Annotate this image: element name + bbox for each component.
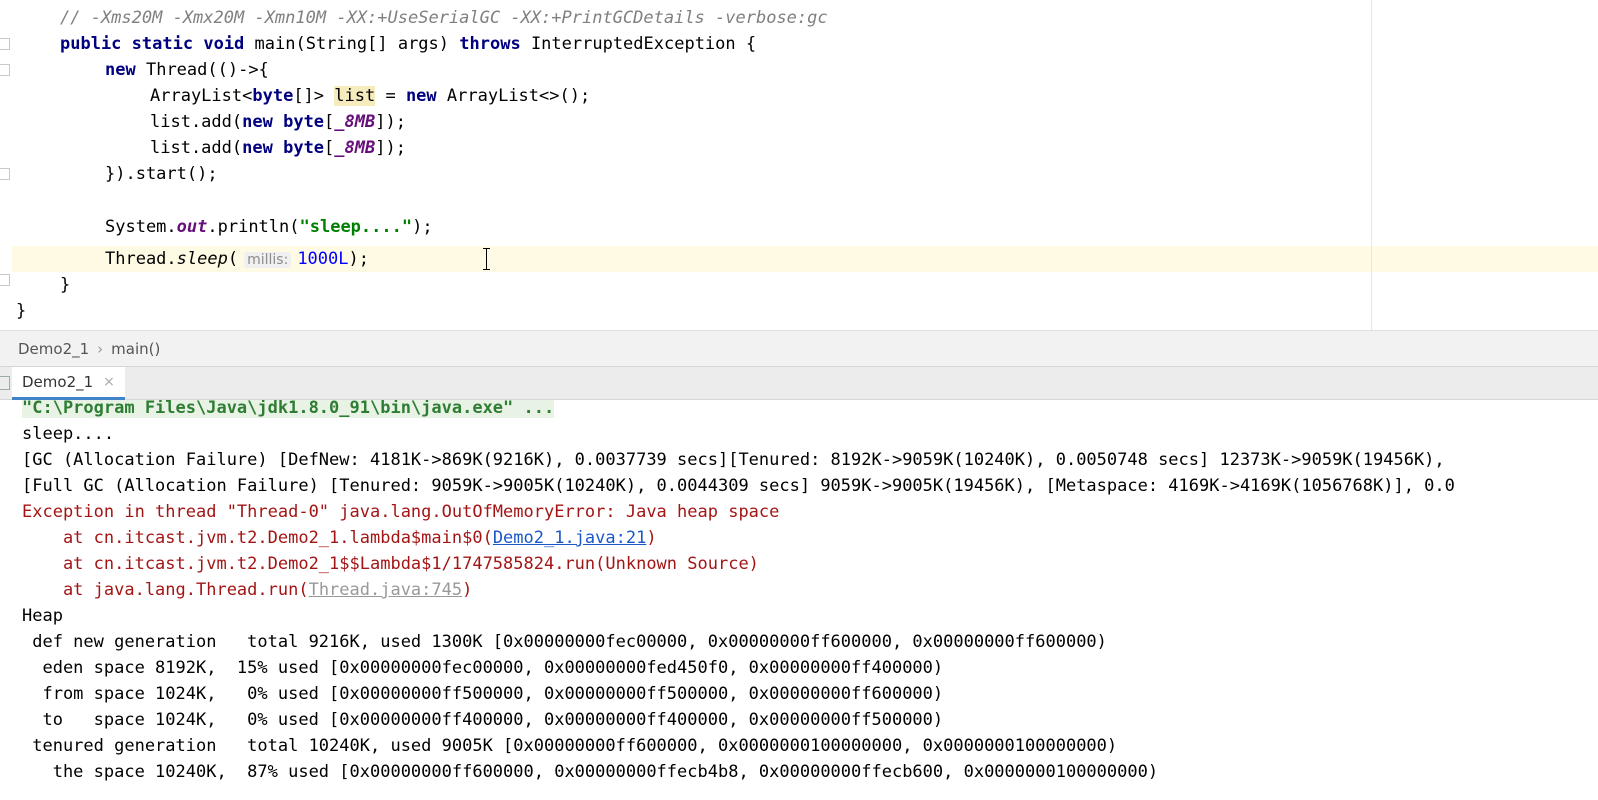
static-field: out [176, 217, 208, 237]
editor-gutter [0, 0, 12, 330]
right-margin-guide [1371, 0, 1372, 330]
fold-marker-icon[interactable] [0, 64, 10, 76]
console-line: sleep.... [22, 424, 115, 444]
code-line-new-thread: new Thread(()->{ [105, 57, 269, 83]
breadcrumb-item-method[interactable]: main() [111, 340, 160, 358]
code-text: list.add( [150, 112, 243, 132]
code-line-list-decl: ArrayList<byte[]> list = new ArrayList<>… [150, 83, 590, 109]
constant: _8MB [334, 138, 376, 158]
breadcrumb-item-class[interactable]: Demo2_1 [18, 340, 89, 358]
parameter-hint: millis: [244, 252, 292, 268]
keyword: new [242, 112, 273, 132]
code-editor[interactable]: // -Xms20M -Xmx20M -Xmn10M -XX:+UseSeria… [0, 0, 1598, 330]
console-line-stack-frame: at cn.itcast.jvm.t2.Demo2_1.lambda$main$… [22, 525, 657, 551]
tab-label: Demo2_1 [22, 373, 94, 391]
code-text: ( [227, 249, 239, 269]
code-line-main-signature: public static void main(String[] args) t… [60, 31, 756, 57]
code-text: [ [324, 112, 335, 132]
stack-frame-text: ) [646, 528, 657, 548]
breadcrumb-separator-icon: › [97, 339, 104, 358]
console-line-heap: Heap [22, 606, 63, 626]
text-cursor-icon [483, 248, 490, 270]
code-text: }).start(); [105, 164, 218, 184]
run-panel-icon [0, 376, 10, 390]
run-tool-tabbar: Demo2_1 × [0, 366, 1598, 400]
keyword: static [131, 34, 194, 54]
code-comment: // -Xms20M -Xmx20M -Xmn10M -XX:+UseSeria… [60, 8, 828, 28]
code-text: ArrayList<>(); [446, 86, 591, 106]
number-literal: 1000L [297, 249, 349, 269]
stack-frame-text: ) [462, 580, 473, 600]
console-line-stack-frame: at cn.itcast.jvm.t2.Demo2_1$$Lambda$1/17… [22, 554, 759, 574]
source-link[interactable]: Thread.java:745 [309, 580, 463, 600]
code-text: Thread. [105, 249, 177, 269]
console-line-gc: [GC (Allocation Failure) [DefNew: 4181K-… [22, 450, 1445, 470]
keyword: void [203, 34, 245, 54]
code-line-println: System.out.println("sleep...."); [105, 214, 433, 240]
fold-marker-icon[interactable] [0, 168, 10, 180]
console-line-heap-detail: from space 1024K, 0% used [0x00000000ff5… [22, 684, 944, 704]
code-text: } [60, 275, 71, 295]
stack-frame-text: at java.lang.Thread.run( [22, 580, 309, 600]
code-text: ]); [375, 138, 406, 158]
code-text: [ [324, 138, 335, 158]
breadcrumb: Demo2_1 › main() [0, 330, 1598, 366]
console-output[interactable]: "C:\Program Files\Java\jdk1.8.0_91\bin\j… [0, 400, 1598, 800]
code-text: } [16, 301, 27, 321]
code-line-close-brace: } [16, 298, 26, 324]
code-text: ]); [375, 112, 406, 132]
keyword: byte [252, 86, 294, 106]
code-text: list.add( [150, 138, 243, 158]
console-line-full-gc: [Full GC (Allocation Failure) [Tenured: … [22, 476, 1455, 496]
keyword: new [405, 86, 437, 106]
code-line-list-add: list.add(new byte[_8MB]); [150, 109, 406, 135]
code-text: []> [293, 86, 335, 106]
console-line-heap-detail: tenured generation total 10240K, used 90… [22, 736, 1118, 756]
console-line-stack-frame: at java.lang.Thread.run(Thread.java:745) [22, 577, 472, 603]
stack-frame-text: at cn.itcast.jvm.t2.Demo2_1.lambda$main$… [22, 528, 493, 548]
fold-marker-icon[interactable] [0, 274, 10, 286]
keyword: public [60, 34, 122, 54]
string-literal: "sleep...." [299, 217, 413, 237]
console-line-heap-detail: eden space 8192K, 15% used [0x00000000fe… [22, 658, 944, 678]
keyword: new [242, 138, 273, 158]
close-icon[interactable]: × [103, 374, 115, 390]
keyword: new [105, 60, 136, 80]
keyword: byte [283, 112, 325, 132]
code-text: ); [412, 217, 433, 237]
keyword: byte [283, 138, 325, 158]
command-line: "C:\Program Files\Java\jdk1.8.0_91\bin\j… [22, 400, 555, 418]
code-text: System. [105, 217, 177, 237]
static-method: sleep [176, 249, 228, 269]
constant: _8MB [334, 112, 376, 132]
source-link[interactable]: Demo2_1.java:21 [493, 528, 647, 548]
code-line-start: }).start(); [105, 161, 218, 187]
variable-highlight: list [334, 86, 376, 106]
console-line-heap-detail: def new generation total 9216K, used 130… [22, 632, 1107, 652]
code-text: InterruptedException { [530, 34, 757, 54]
console-line-heap-detail: the space 10240K, 87% used [0x00000000ff… [22, 762, 1159, 782]
keyword: throws [459, 34, 521, 54]
tab-run-demo2-1[interactable]: Demo2_1 × [12, 367, 125, 400]
code-line-sleep: Thread.sleep( millis: 1000L); [105, 246, 369, 272]
console-line-heap-detail: to space 1024K, 0% used [0x00000000ff400… [22, 710, 944, 730]
code-line-list-add: list.add(new byte[_8MB]); [150, 135, 406, 161]
fold-marker-icon[interactable] [0, 38, 10, 50]
code-text: .println( [207, 217, 300, 237]
code-text: Thread(()->{ [145, 60, 269, 80]
code-line-comment: // -Xms20M -Xmx20M -Xmn10M -XX:+UseSeria… [60, 5, 828, 31]
console-line-exception: Exception in thread "Thread-0" java.lang… [22, 502, 780, 522]
code-text: ); [348, 249, 369, 269]
code-line-close-brace: } [60, 272, 70, 298]
method-name: main(String[] args) [254, 34, 450, 54]
code-text: = [375, 86, 406, 106]
console-line-command: "C:\Program Files\Java\jdk1.8.0_91\bin\j… [22, 400, 555, 421]
code-text: ArrayList< [150, 86, 253, 106]
